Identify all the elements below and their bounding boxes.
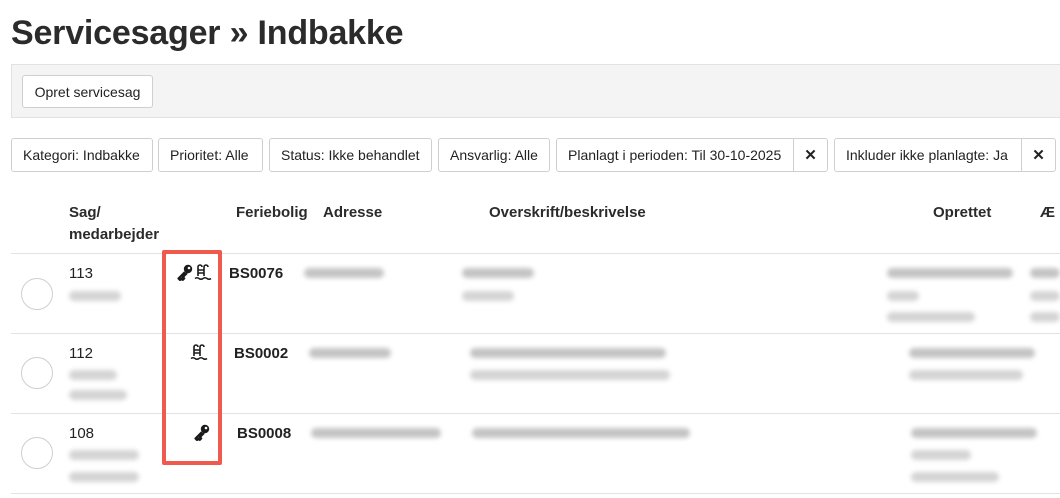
header-divider xyxy=(11,253,1060,254)
filter-include-unplanned[interactable]: Inkluder ikke planlagte: Ja ✕ xyxy=(834,138,1056,172)
row-created-date-redacted xyxy=(887,268,1013,278)
row-address-redacted xyxy=(309,348,391,358)
column-header-address[interactable]: Adresse xyxy=(323,202,382,224)
row-employee-redacted xyxy=(69,390,127,400)
column-header-property[interactable]: Feriebolig xyxy=(236,202,308,224)
row-address-redacted xyxy=(304,268,384,278)
row-title-redacted xyxy=(470,348,666,358)
row-divider xyxy=(11,333,1060,334)
column-header-description[interactable]: Overskrift/beskrivelse xyxy=(489,202,646,224)
create-case-button[interactable]: Opret servicesag xyxy=(22,75,153,108)
row-extra-redacted xyxy=(1030,268,1060,278)
column-header-extra[interactable]: Æ xyxy=(1040,202,1055,224)
row-title-redacted xyxy=(462,268,534,278)
row-property-code[interactable]: BS0076 xyxy=(229,265,283,282)
row-created-by-redacted xyxy=(911,450,971,460)
filter-planned-period[interactable]: Planlagt i perioden: Til 30-10-2025 ✕ xyxy=(556,138,828,172)
row-extra-redacted xyxy=(1030,312,1060,322)
filter-status-label: Status: Ikke behandlet xyxy=(281,147,420,163)
row-description-redacted xyxy=(470,370,670,380)
column-header-case-line1: Sag/ xyxy=(69,204,101,221)
row-created-by-redacted xyxy=(887,291,919,301)
filter-include-unplanned-label: Inkluder ikke planlagte: Ja xyxy=(846,147,1008,163)
filter-status[interactable]: Status: Ikke behandlet xyxy=(269,138,432,172)
column-header-case-line2: medarbejder xyxy=(69,226,160,243)
row-case-number: 113 xyxy=(69,265,93,282)
filter-priority-label: Prioritet: Alle xyxy=(170,147,249,163)
row-select-radio[interactable] xyxy=(21,437,53,469)
filter-category-label: Kategori: Indbakke xyxy=(23,147,140,163)
key-icon xyxy=(194,424,210,441)
row-case-number: 112 xyxy=(69,345,93,362)
row-extra-redacted xyxy=(1030,291,1060,301)
filter-priority[interactable]: Prioritet: Alle xyxy=(158,138,263,172)
row-created-date-redacted xyxy=(911,428,1037,438)
column-header-created[interactable]: Oprettet xyxy=(933,202,991,224)
row-created-source-redacted xyxy=(887,312,975,322)
row-employee-redacted xyxy=(69,472,139,482)
key-icon xyxy=(177,264,193,281)
row-title-redacted xyxy=(472,428,690,438)
page-title: Servicesager » Indbakke xyxy=(11,14,404,52)
row-divider xyxy=(11,493,1060,494)
row-case-number: 108 xyxy=(69,425,95,442)
row-property-code[interactable]: BS0008 xyxy=(237,425,291,442)
row-employee-redacted xyxy=(69,370,117,380)
row-address-redacted xyxy=(311,428,441,438)
row-created-date-redacted xyxy=(909,348,1035,358)
row-employee-redacted xyxy=(69,450,139,460)
row-created-source-redacted xyxy=(911,472,999,482)
row-employee-redacted xyxy=(69,291,121,301)
filter-planned-period-label: Planlagt i perioden: Til 30-10-2025 xyxy=(568,147,782,163)
pool-ladder-icon xyxy=(194,264,212,280)
row-created-by-redacted xyxy=(909,370,1023,380)
column-header-case[interactable]: Sag/ medarbejder xyxy=(69,202,159,246)
pool-ladder-icon xyxy=(190,344,208,360)
clear-include-unplanned-icon[interactable]: ✕ xyxy=(1021,139,1055,171)
row-property-code[interactable]: BS0002 xyxy=(234,345,288,362)
toolbar: Opret servicesag xyxy=(11,64,1060,118)
filter-responsible-label: Ansvarlig: Alle xyxy=(450,147,538,163)
row-select-radio[interactable] xyxy=(21,357,53,389)
filter-responsible[interactable]: Ansvarlig: Alle xyxy=(438,138,550,172)
row-divider xyxy=(11,413,1060,414)
clear-planned-period-icon[interactable]: ✕ xyxy=(793,139,827,171)
filter-category[interactable]: Kategori: Indbakke xyxy=(11,138,153,172)
row-description-redacted xyxy=(462,291,514,301)
row-select-radio[interactable] xyxy=(21,278,53,310)
